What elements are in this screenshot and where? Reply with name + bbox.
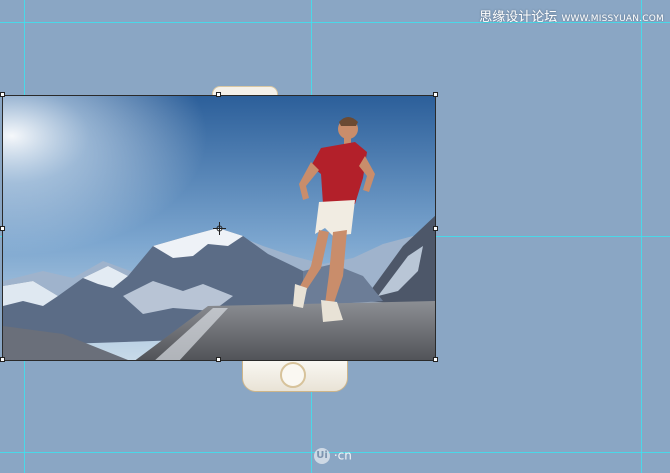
home-button-icon [280,362,306,388]
transform-handle-middle-left[interactable] [0,226,5,231]
crosshair-icon[interactable] [213,222,226,235]
site-watermark: 思缘设计论坛 WWW.MISSYUAN.COM [479,6,664,25]
transform-handle-bottom-left[interactable] [0,357,5,362]
transform-handle-top-center[interactable] [216,92,221,97]
ui-cn-logo: Ui ·cn [314,448,358,466]
phone-bottom-edge [242,356,348,392]
transform-handle-top-right[interactable] [433,92,438,97]
transform-handle-middle-right[interactable] [433,226,438,231]
transform-handle-top-left[interactable] [0,92,5,97]
watermark-title: 思缘设计论坛 [479,10,558,25]
transform-handle-bottom-right[interactable] [433,357,438,362]
document-canvas[interactable]: 思缘设计论坛 WWW.MISSYUAN.COM Ui ·cn [0,0,670,473]
logo-suffix: ·cn [333,448,352,463]
logo-mark: Ui [314,448,330,464]
watermark-site: WWW.MISSYUAN.COM [561,14,664,24]
transform-handle-bottom-center[interactable] [216,357,221,362]
